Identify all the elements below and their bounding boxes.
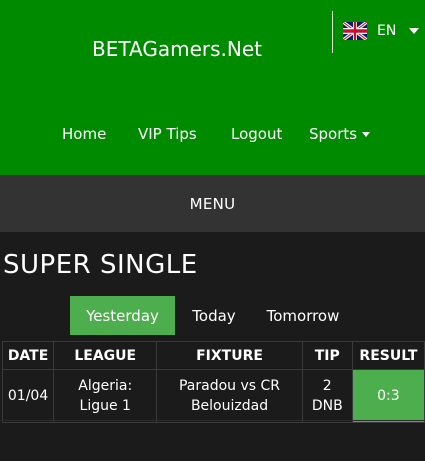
site-header: BETAGamers.Net EN Home VIP Tips Logout S… [0, 0, 425, 175]
league-line-2: Ligue 1 [79, 398, 131, 414]
tab-today[interactable]: Today [175, 296, 253, 335]
nav-vip-tips[interactable]: VIP Tips [138, 125, 197, 143]
fixture-line-2: Belouizdad [190, 398, 269, 414]
tips-table: DATE LEAGUE FIXTURE TIP RESULT 01/04 Alg… [1, 341, 425, 423]
fixture-line-1: Paradou vs CR [178, 378, 281, 394]
table-header-row: DATE LEAGUE FIXTURE TIP RESULT [1, 341, 425, 370]
day-tabs: Yesterday Today Tomorrow [70, 296, 353, 335]
nav-home[interactable]: Home [62, 125, 106, 143]
cell-fixture: Paradou vs CR Belouizdad [156, 369, 303, 423]
tab-yesterday[interactable]: Yesterday [70, 296, 175, 335]
nav-logout[interactable]: Logout [231, 125, 282, 143]
language-selector[interactable]: EN [343, 22, 420, 40]
column-header-league: LEAGUE [53, 341, 158, 370]
page-title: SUPER SINGLE [3, 250, 198, 280]
cell-result: 0:3 [351, 369, 425, 423]
cell-date: 01/04 [1, 369, 55, 423]
language-code: EN [377, 23, 397, 39]
site-logo-text[interactable]: BETAGamers.Net [92, 37, 262, 61]
tab-tomorrow[interactable]: Tomorrow [253, 296, 353, 335]
column-header-result: RESULT [351, 341, 425, 370]
menu-toggle-bar[interactable]: MENU [0, 175, 425, 232]
uk-flag-icon [343, 22, 367, 40]
cell-league: Algeria: Ligue 1 [53, 369, 158, 423]
table-row: 01/04 Algeria: Ligue 1 Paradou vs CR Bel… [1, 369, 425, 423]
league-line-1: Algeria: [78, 378, 133, 394]
chevron-down-icon [362, 131, 371, 137]
main-nav: Home VIP Tips Logout Sports [0, 125, 425, 145]
nav-sports[interactable]: Sports [309, 125, 371, 143]
cell-tip: 2 DNB [301, 369, 353, 423]
page: BETAGamers.Net EN Home VIP Tips Logout S… [0, 0, 425, 461]
header-divider [332, 11, 333, 53]
column-header-date: DATE [1, 341, 55, 370]
column-header-fixture: FIXTURE [156, 341, 303, 370]
nav-sports-label: Sports [309, 125, 358, 143]
menu-label: MENU [189, 194, 236, 213]
chevron-down-icon [409, 28, 420, 34]
tip-line-2: DNB [311, 398, 343, 414]
tip-line-1: 2 [322, 378, 332, 394]
column-header-tip: TIP [301, 341, 353, 370]
divider [0, 420, 425, 421]
